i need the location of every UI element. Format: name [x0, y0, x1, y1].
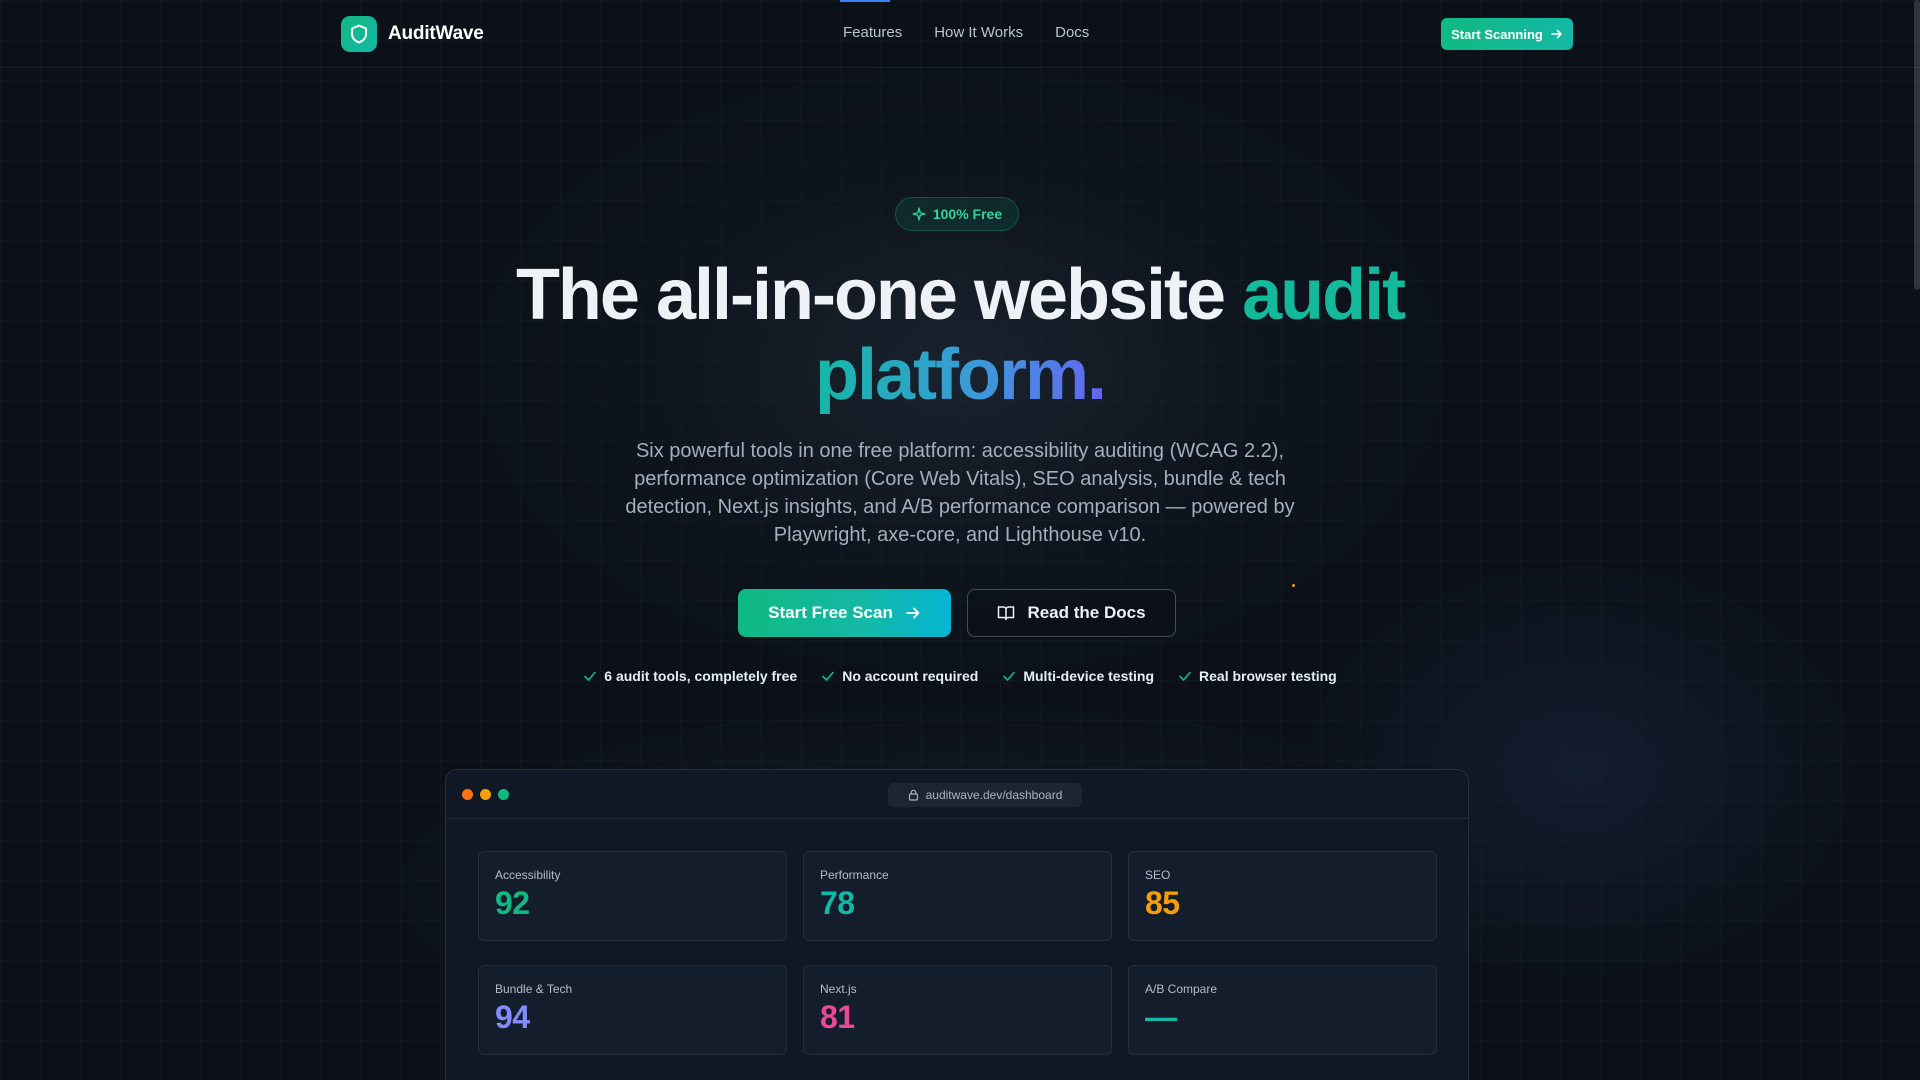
feature-checklist: 6 audit tools, completely free No accoun… [0, 668, 1920, 684]
start-scanning-button[interactable]: Start Scanning [1441, 18, 1573, 50]
arrow-right-icon [1551, 29, 1562, 39]
hero-title-plain: The all-in-one website [515, 255, 1243, 335]
check-item-label: 6 audit tools, completely free [604, 668, 798, 684]
score-card-value: 94 [495, 999, 530, 1035]
score-card-value: 92 [495, 885, 530, 921]
nav-active-indicator [840, 0, 890, 2]
window-minimize-dot [480, 789, 491, 800]
score-card-label: A/B Compare [1145, 982, 1218, 996]
check-icon [1003, 671, 1016, 681]
score-card-value: 85 [1145, 885, 1180, 921]
url-bar: auditwave.dev/dashboard [888, 783, 1082, 807]
check-item: Multi-device testing [1002, 668, 1154, 684]
start-scanning-label: Start Scanning [1451, 26, 1543, 42]
check-item-label: No account required [842, 668, 979, 684]
nav-docs[interactable]: Docs [1055, 24, 1089, 41]
book-icon [998, 606, 1015, 621]
sparkle-icon [912, 207, 926, 221]
score-card-seo[interactable]: SEO 85 [1128, 851, 1437, 941]
brand[interactable]: AuditWave [341, 16, 484, 52]
check-item: Real browser testing [1178, 668, 1337, 684]
score-card-value: — [1145, 999, 1177, 1035]
window-close-dot [462, 789, 473, 800]
check-item-label: Real browser testing [1199, 668, 1337, 684]
brand-name: AuditWave [388, 23, 484, 44]
hero-title-accent: platform. [814, 335, 1107, 415]
check-item: 6 audit tools, completely free [583, 668, 797, 684]
arrow-right-icon [905, 607, 920, 619]
nav-how-it-works[interactable]: How It Works [934, 24, 1023, 41]
check-item: No account required [821, 668, 978, 684]
free-badge-label: 100% Free [932, 206, 1003, 222]
check-item-label: Multi-device testing [1023, 668, 1155, 684]
hero-subtitle: Six powerful tools in one free platform:… [625, 440, 1295, 546]
hero-title: The all-in-one website audit platform. [0, 255, 1920, 415]
free-badge: 100% Free [895, 197, 1019, 231]
start-free-scan-label: Start Free Scan [768, 603, 893, 622]
score-card-label: Performance [820, 868, 889, 882]
score-card-accessibility[interactable]: Accessibility 92 [478, 851, 787, 941]
score-card-ab-compare[interactable]: A/B Compare — [1128, 965, 1437, 1055]
hero-title-accent: audit [1242, 255, 1406, 335]
page-scrollbar[interactable] [1914, 0, 1920, 290]
score-card-value: 81 [820, 999, 855, 1035]
url-text: auditwave.dev/dashboard [925, 788, 1063, 802]
check-icon [1179, 671, 1191, 681]
browser-bar: auditwave.dev/dashboard [446, 770, 1468, 819]
score-card-label: Bundle & Tech [495, 982, 573, 996]
dashboard-preview: auditwave.dev/dashboard Accessibility 92… [445, 769, 1469, 1080]
score-cards: Accessibility 92 Performance 78 SEO 85 B… [478, 851, 1437, 1055]
lock-icon [908, 789, 918, 801]
shield-icon [341, 16, 377, 52]
check-icon [584, 671, 597, 681]
nav-features[interactable]: Features [843, 24, 902, 41]
score-card-value: 78 [820, 885, 855, 921]
site-header: AuditWave Features How It Works Docs Sta… [0, 0, 1920, 68]
score-card-label: SEO [1145, 868, 1171, 882]
check-icon [822, 671, 835, 681]
start-free-scan-button[interactable]: Start Free Scan [738, 589, 951, 637]
window-maximize-dot [498, 789, 509, 800]
read-the-docs-label: Read the Docs [1027, 603, 1146, 622]
score-card-nextjs[interactable]: Next.js 81 [803, 965, 1112, 1055]
read-the-docs-button[interactable]: Read the Docs [967, 589, 1176, 637]
decorative-dot [1292, 584, 1295, 587]
score-card-label: Accessibility [495, 868, 561, 882]
window-controls [462, 789, 509, 800]
score-card-performance[interactable]: Performance 78 [803, 851, 1112, 941]
main-nav: Features How It Works Docs [843, 24, 1089, 41]
score-card-bundle-tech[interactable]: Bundle & Tech 94 [478, 965, 787, 1055]
score-card-label: Next.js [820, 982, 857, 996]
